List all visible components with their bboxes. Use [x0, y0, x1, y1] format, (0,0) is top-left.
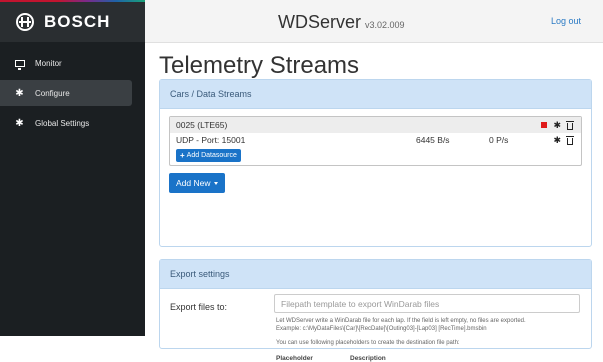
- sidebar-item-label: Monitor: [35, 58, 62, 68]
- panel-heading: Cars / Data Streams: [160, 80, 591, 109]
- help-text: Let WDServer write a WinDarab file for e…: [276, 318, 526, 324]
- column-header-placeholder: Placeholder: [276, 355, 313, 362]
- export-path-input[interactable]: [274, 294, 580, 313]
- car-stream-box: 0025 (LTE65) ✱ UDP - Port: 15001 6445 B/…: [169, 116, 582, 166]
- bosch-logo-icon: [16, 13, 34, 31]
- trash-icon[interactable]: [566, 120, 574, 130]
- monitor-icon: [14, 58, 25, 70]
- gear-icon: ✱: [15, 117, 24, 129]
- gear-icon: ✱: [15, 87, 24, 99]
- sidebar: BOSCH Monitor ✱ Configure ✱ Global Setti…: [0, 0, 145, 336]
- gear-icon[interactable]: ✱: [553, 136, 561, 145]
- sidebar-item-monitor[interactable]: Monitor: [0, 50, 145, 76]
- sidebar-item-configure[interactable]: ✱ Configure: [0, 80, 132, 106]
- sidebar-item-global-settings[interactable]: ✱ Global Settings: [0, 110, 145, 136]
- panel-heading: Export settings: [160, 260, 591, 289]
- app-version: v3.02.009: [365, 20, 405, 30]
- top-header: WDServer v3.02.009 Log out: [145, 0, 603, 43]
- brand-header: BOSCH: [0, 2, 145, 42]
- car-name: 0025 (LTE65): [176, 120, 228, 130]
- page-title: Telemetry Streams: [159, 52, 360, 79]
- gear-icon[interactable]: ✱: [553, 120, 561, 130]
- plus-icon: +: [180, 151, 185, 160]
- datasource-label: UDP - Port: 15001: [176, 135, 246, 145]
- sidebar-item-label: Configure: [35, 88, 70, 98]
- stop-icon[interactable]: [541, 122, 548, 128]
- add-new-label: Add New: [176, 178, 211, 188]
- add-datasource-label: Add Datasource: [186, 152, 237, 159]
- brand-name: BOSCH: [44, 12, 111, 31]
- column-header-description: Description: [350, 355, 386, 362]
- main-content: Telemetry Streams Cars / Data Streams 00…: [159, 42, 592, 362]
- trash-icon[interactable]: [566, 136, 574, 145]
- streams-panel: Cars / Data Streams 0025 (LTE65) ✱ UDP -…: [159, 79, 592, 247]
- export-label: Export files to:: [170, 302, 228, 312]
- help-example: Example: c:\MyDataFiles\[Car]\[RecDate]\…: [276, 326, 487, 332]
- add-new-button[interactable]: Add New: [169, 173, 225, 193]
- caret-down-icon: [213, 181, 218, 185]
- logout-link[interactable]: Log out: [551, 16, 581, 26]
- app-name: WDServer: [278, 12, 362, 32]
- app-title: WDServer v3.02.009: [278, 12, 405, 33]
- datasource-rate: 6445 B/s: [416, 135, 450, 145]
- add-datasource-button[interactable]: + Add Datasource: [176, 149, 241, 162]
- car-row: 0025 (LTE65) ✱: [170, 117, 581, 133]
- sidebar-nav: Monitor ✱ Configure ✱ Global Settings: [0, 50, 145, 140]
- datasource-row: UDP - Port: 15001 6445 B/s 0 P/s ✱: [170, 133, 581, 148]
- help-placeholders: You can use following placeholders to cr…: [276, 340, 460, 346]
- datasource-packets: 0 P/s: [489, 135, 509, 145]
- sidebar-item-label: Global Settings: [35, 118, 90, 128]
